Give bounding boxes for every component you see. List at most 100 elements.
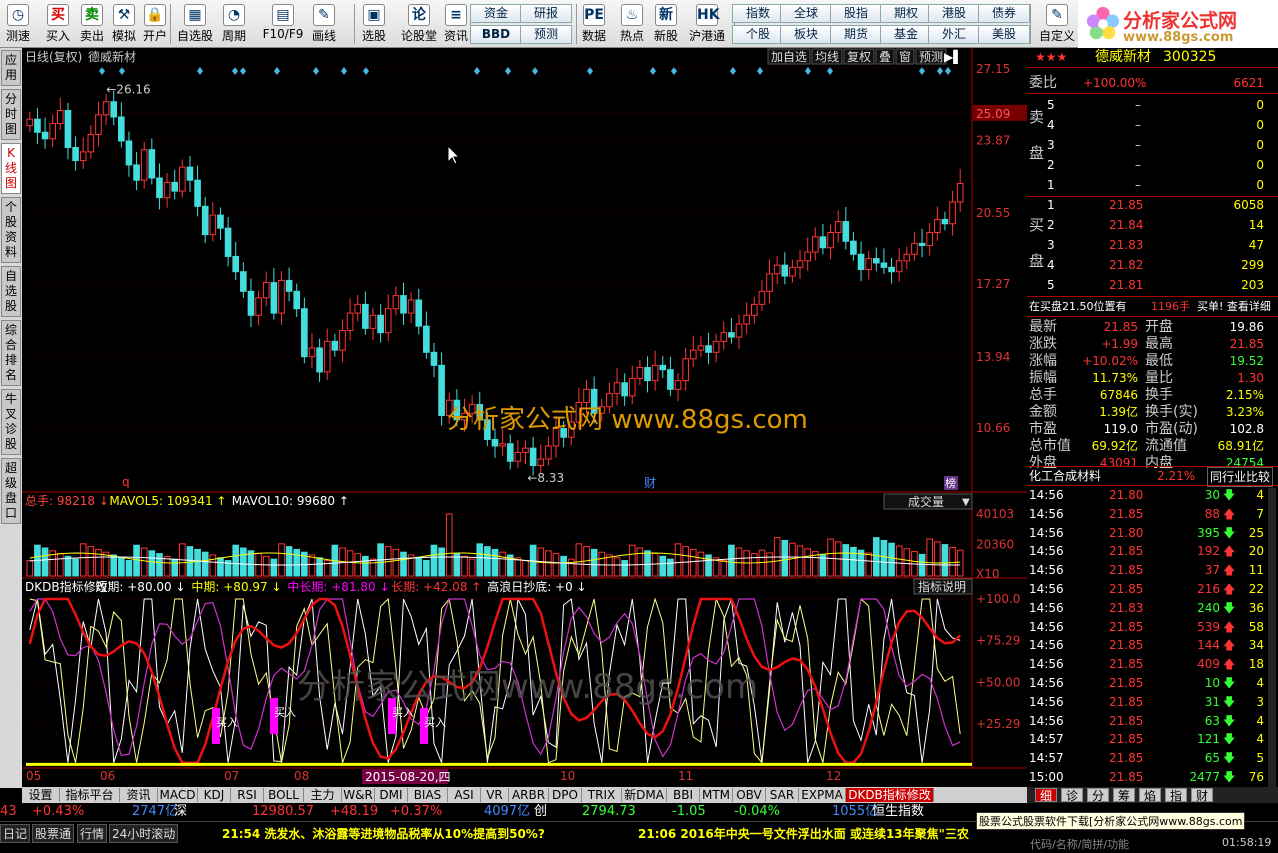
candle-body[interactable] — [171, 181, 179, 192]
candle-body[interactable] — [438, 364, 445, 416]
toolbar-button-12[interactable]: PE 数据 — [578, 2, 610, 46]
candle-body[interactable] — [743, 314, 750, 325]
candle-body[interactable] — [888, 266, 895, 273]
candle-body[interactable] — [232, 255, 240, 273]
indicator-tab-20[interactable]: SAR — [766, 788, 799, 802]
candle-body[interactable] — [804, 251, 811, 262]
candle-body[interactable] — [110, 101, 118, 118]
candle-body[interactable] — [79, 151, 87, 162]
indicator-tab-22[interactable]: DKDB指标修改 — [846, 788, 934, 802]
candle-body[interactable] — [895, 260, 903, 273]
toolbar-button-7[interactable]: ▤ F10/F9 — [262, 2, 304, 46]
candle-body[interactable] — [811, 236, 819, 253]
indicator-tab-3[interactable]: MACD — [158, 788, 198, 802]
toolbar-button-5[interactable]: ▦ 自选股 — [174, 2, 216, 46]
candle-body[interactable] — [148, 149, 156, 179]
left-tab-1[interactable]: 分时图 — [1, 89, 21, 140]
candle-body[interactable] — [95, 114, 102, 135]
indicator-tab-14[interactable]: DPO — [549, 788, 582, 802]
candle-body[interactable] — [392, 295, 400, 310]
candle-body[interactable] — [491, 438, 499, 447]
candle-body[interactable] — [49, 123, 57, 140]
candle-body[interactable] — [377, 314, 384, 334]
candle-body[interactable] — [217, 214, 224, 229]
candle-body[interactable] — [87, 133, 95, 153]
candle-body[interactable] — [758, 290, 766, 305]
quick-button[interactable]: 板块 — [780, 25, 832, 44]
candle-body[interactable] — [613, 382, 621, 395]
toolbar-button-0[interactable]: ◷ 测速 — [2, 2, 34, 46]
candle-body[interactable] — [506, 443, 514, 462]
candle-body[interactable] — [72, 147, 79, 162]
candle-body[interactable] — [674, 380, 682, 390]
candle-body[interactable] — [545, 445, 552, 460]
news-tab-2[interactable]: 行情 — [77, 824, 108, 843]
quick-button[interactable]: 全球 — [780, 4, 832, 23]
quick-button[interactable]: 美股 — [978, 25, 1030, 44]
indicator-tab-15[interactable]: TRIX — [582, 788, 622, 802]
toolbar-button-16[interactable]: ✎ 自定义 — [1036, 2, 1078, 46]
left-tab-3[interactable]: 个股资料 — [1, 197, 21, 263]
toolbar-button-4[interactable]: 🔒 开户 — [139, 2, 171, 46]
candle-body[interactable] — [186, 166, 194, 181]
candle-body[interactable] — [522, 447, 529, 454]
quick-button[interactable]: 预测 — [520, 25, 572, 44]
code-search-input[interactable]: 代码/名称/简拼/功能 — [1030, 836, 1129, 852]
candle-body[interactable] — [293, 290, 301, 310]
indicator-tab-12[interactable]: VR — [481, 788, 509, 802]
chart-marker-q[interactable]: q — [122, 475, 130, 489]
candle-body[interactable] — [362, 303, 369, 329]
indicator-tab-21[interactable]: EXPMA — [799, 788, 846, 802]
indicator-tab-1[interactable]: 指标平台 — [60, 788, 120, 802]
candle-body[interactable] — [926, 231, 933, 247]
right-tab-0[interactable]: 细 — [1035, 788, 1057, 803]
candle-body[interactable] — [651, 364, 659, 382]
candle-body[interactable] — [118, 116, 125, 142]
quick-button[interactable]: 资金 — [470, 4, 522, 23]
order-notice-link[interactable]: 买单! 查看详细 — [1197, 298, 1271, 316]
toolbar-button-14[interactable]: 新新股 — [650, 2, 682, 46]
toolbar-button-10[interactable]: 论论股堂 — [398, 2, 440, 46]
toolbar-button-6[interactable]: ◔ 周期 — [218, 2, 250, 46]
toolbar-button-3[interactable]: ⚒ 模拟 — [108, 2, 140, 46]
order-notice[interactable]: 在买盘21.50位置有 — [1029, 298, 1127, 316]
candle-body[interactable] — [819, 236, 827, 249]
candle-body[interactable] — [415, 299, 423, 327]
candle-body[interactable] — [621, 382, 628, 397]
candle-body[interactable] — [872, 258, 880, 264]
candle-body[interactable] — [262, 282, 270, 299]
indicator-tab-16[interactable]: 新DMA — [622, 788, 667, 802]
candle-body[interactable] — [880, 262, 888, 268]
indicator-tab-2[interactable]: 资讯 — [120, 788, 158, 802]
news-headline-2[interactable]: 21:06 2016年中央一号文件浮出水面 或连续13年聚焦"三农 — [638, 825, 969, 842]
candle-body[interactable] — [270, 282, 278, 314]
candle-body[interactable] — [384, 308, 392, 334]
quick-button[interactable]: 股指 — [830, 4, 882, 23]
candle-body[interactable] — [179, 166, 186, 192]
tick-scrollbar[interactable] — [1268, 488, 1276, 788]
expand-arrow-icon[interactable]: ▶▌ — [944, 49, 962, 64]
candle-body[interactable] — [796, 260, 804, 268]
candle-body[interactable] — [956, 182, 964, 203]
candle-body[interactable] — [781, 264, 789, 277]
indicator-tab-10[interactable]: BIAS — [408, 788, 448, 802]
candle-body[interactable] — [583, 388, 590, 403]
quick-button[interactable]: BBD — [470, 25, 522, 44]
candle-body[interactable] — [766, 273, 773, 292]
indicator-tab-13[interactable]: ARBR — [509, 788, 549, 802]
candle-body[interactable] — [102, 101, 110, 116]
candle-body[interactable] — [857, 253, 865, 271]
left-tab-2[interactable]: K线图 — [1, 143, 21, 194]
candle-body[interactable] — [949, 201, 956, 225]
candle-body[interactable] — [750, 303, 758, 316]
candle-body[interactable] — [933, 218, 941, 233]
candle-body[interactable] — [308, 347, 316, 358]
candle-body[interactable] — [125, 140, 133, 166]
candle-body[interactable] — [194, 179, 201, 207]
candle-body[interactable] — [400, 295, 407, 314]
left-tab-5[interactable]: 综合排名 — [1, 320, 21, 386]
candle-body[interactable] — [659, 364, 667, 371]
indicator-tab-8[interactable]: W&R — [342, 788, 375, 802]
candle-body[interactable] — [705, 345, 712, 353]
left-tab-4[interactable]: 自选股 — [1, 266, 21, 317]
